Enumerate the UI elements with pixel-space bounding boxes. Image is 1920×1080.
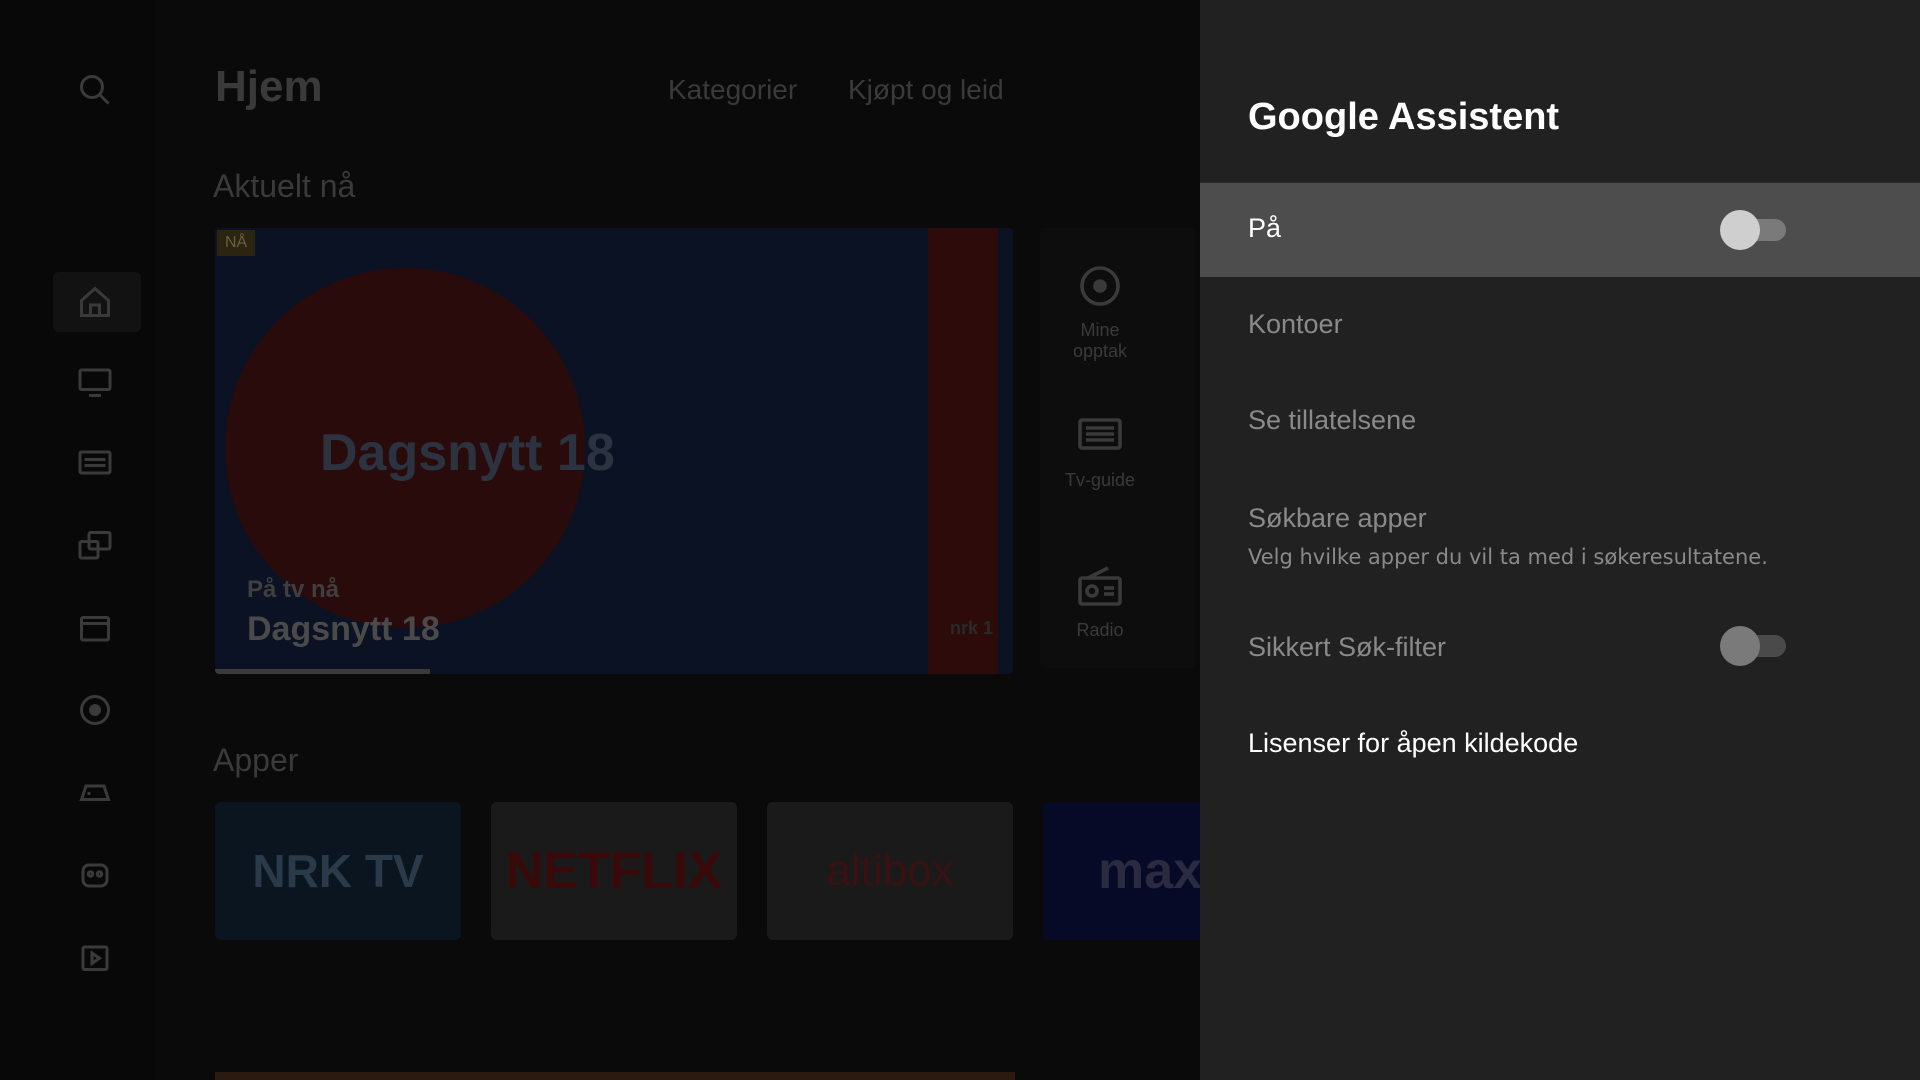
tile-radio[interactable]: Radio [1045,562,1155,641]
hero-card[interactable]: NÅ Dagsnytt 18 På tv nå Dagsnytt 18 nrk … [215,228,1013,674]
app-max[interactable]: max [1043,802,1200,940]
next-row-peek [215,1072,1015,1080]
row-on-toggle[interactable]: På [1200,183,1920,277]
side-rail [0,0,155,1080]
toggle-knob [1720,626,1760,666]
tile-tv-guide[interactable]: Tv-guide [1045,412,1155,491]
hero-subtitle: På tv nå [247,576,340,603]
games-icon[interactable] [75,772,115,812]
play-store-icon[interactable] [75,936,115,976]
assistant-toggle[interactable] [1720,210,1786,250]
tv-icon[interactable] [75,362,115,402]
record-icon[interactable] [75,690,115,730]
guide-icon[interactable] [75,444,115,484]
row-label: Kontoer [1248,309,1343,339]
radio-icon [1078,566,1122,606]
page-title: Hjem [215,62,323,111]
row-searchable-apps[interactable]: Søkbare apper Velg hvilke apper du vil t… [1200,469,1920,593]
row-sublabel: Velg hvilke apper du vil ta med i søkere… [1248,545,1768,569]
row-label: På [1248,213,1282,243]
tile-label: Mine opptak [1072,320,1128,361]
tile-label: Tv-guide [1064,470,1136,490]
apps-section-title: Apper [213,742,299,778]
live-badge: NÅ [217,230,256,256]
app-netflix[interactable]: NETFLIX [491,802,737,940]
row-label: Se tillatelsene [1248,405,1417,435]
tile-my-recordings[interactable]: Mine opptak [1045,262,1155,362]
nav-purchased[interactable]: Kjøpt og leid [848,74,1004,106]
google-assistant-panel: Google Assistent På Kontoer Se tillatels… [1200,0,1920,1080]
row-label: Søkbare apper [1248,503,1427,533]
tile-label: Radio [1076,620,1124,640]
app-nrk-tv[interactable]: NRK TV [215,802,461,940]
launcher-background: Hjem Kategorier Kjøpt og leid Aktuelt nå… [0,0,1200,1080]
channel-logo: nrk 1 [949,618,993,638]
row-accounts[interactable]: Kontoer [1200,277,1920,373]
movies-icon[interactable] [75,608,115,648]
hero-program-name: Dagsnytt 18 [247,610,440,648]
row-label: Sikkert Søk-filter [1248,632,1447,662]
hero-artwork-strip [928,228,998,674]
panel-title: Google Assistent [1248,96,1560,138]
toggle-knob [1720,210,1760,250]
hero-progress-bar [215,669,431,674]
row-label: Lisenser for åpen kildekode [1248,728,1579,758]
row-safe-search[interactable]: Sikkert Søk-filter [1200,600,1920,696]
hero-overlay-title: Dagsnytt 18 [320,424,615,482]
home-icon[interactable] [75,282,115,322]
row-open-source-licenses[interactable]: Lisenser for åpen kildekode [1200,696,1920,792]
record-icon [1080,266,1120,306]
row-permissions[interactable]: Se tillatelsene [1200,373,1920,469]
devices-icon[interactable] [75,526,115,566]
app-altibox[interactable]: altibox [767,802,1013,940]
nav-categories[interactable]: Kategorier [668,74,797,106]
search-icon[interactable] [75,70,115,110]
kids-icon[interactable] [75,854,115,894]
now-section-title: Aktuelt nå [213,168,356,204]
safe-search-toggle[interactable] [1720,626,1786,666]
tv-guide-icon [1078,418,1122,450]
